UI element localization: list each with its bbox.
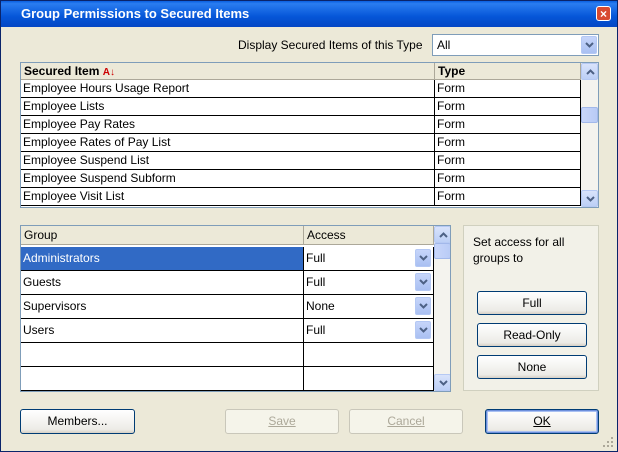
save-button[interactable]: Save (225, 409, 339, 434)
access-level-value: Full (306, 323, 326, 337)
title-bar[interactable]: Group Permissions to Secured Items × (1, 1, 617, 27)
chevron-down-icon (419, 303, 428, 309)
column-header-group[interactable]: Group (21, 226, 304, 245)
access-level-value: Full (306, 251, 326, 265)
column-header-access[interactable]: Access (304, 226, 434, 245)
resize-grip-icon[interactable] (601, 435, 615, 449)
groups-grid: Group Access Administrators Full Guests Ful… (20, 225, 451, 392)
type-filter-value: All (437, 38, 451, 52)
secured-item-type-cell[interactable]: Form (435, 134, 581, 152)
sort-az-icon[interactable]: A↓ (103, 67, 115, 78)
type-filter-dropdown-button[interactable] (581, 36, 597, 54)
set-access-caption: Set access for all groups to (473, 235, 565, 265)
group-name-cell[interactable]: Administrators (21, 247, 304, 271)
column-header-label: Secured Item (24, 64, 100, 78)
empty-access-cell[interactable] (304, 343, 434, 367)
access-dropdown-button[interactable] (415, 321, 431, 339)
members-button[interactable]: Members... (20, 409, 135, 434)
empty-access-cell[interactable] (304, 367, 434, 391)
secured-item-name-cell[interactable]: Employee Rates of Pay List (21, 134, 435, 152)
secured-item-name-cell[interactable]: Employee Pay Rates (21, 116, 435, 134)
secured-item-name-cell[interactable]: Employee Suspend List (21, 152, 435, 170)
close-icon: × (599, 7, 607, 21)
save-label: Save (268, 414, 296, 428)
secured-item-name-cell[interactable]: Employee Visit List (21, 188, 435, 206)
groups-scrollbar[interactable] (434, 226, 450, 391)
scroll-down-button[interactable] (581, 190, 598, 207)
set-all-read-only-button[interactable]: Read-Only (477, 323, 587, 347)
group-name-cell[interactable]: Supervisors (21, 295, 304, 319)
access-level-select[interactable]: Full (304, 247, 434, 271)
secured-item-type-cell[interactable]: Form (435, 116, 581, 134)
access-level-select[interactable]: Full (304, 271, 434, 295)
column-header-type[interactable]: Type (435, 63, 581, 80)
items-scrollbar[interactable] (581, 63, 598, 207)
secured-item-type-cell[interactable]: Form (435, 152, 581, 170)
secured-item-name-cell[interactable]: Employee Hours Usage Report (21, 80, 435, 98)
access-dropdown-button[interactable] (415, 273, 431, 291)
chevron-down-icon (586, 196, 595, 202)
secured-item-type-cell[interactable]: Form (435, 80, 581, 98)
secured-item-name-cell[interactable]: Employee Suspend Subform (21, 170, 435, 188)
scroll-up-button[interactable] (581, 63, 598, 80)
secured-item-type-cell[interactable]: Form (435, 98, 581, 116)
close-button[interactable]: × (596, 6, 611, 21)
group-name-cell[interactable]: Users (21, 319, 304, 343)
access-dropdown-button[interactable] (415, 249, 431, 267)
access-level-select[interactable]: None (304, 295, 434, 319)
secured-items-grid: Secured Item A↓ Type Employee Hours Usag… (20, 62, 599, 208)
cancel-button[interactable]: Cancel (349, 409, 463, 434)
type-filter-label: Display Secured Items of this Type (238, 38, 423, 52)
chevron-up-icon (586, 69, 595, 75)
access-level-value: None (306, 299, 335, 313)
access-level-value: Full (306, 275, 326, 289)
group-name-cell[interactable]: Guests (21, 271, 304, 295)
ok-button[interactable]: OK (485, 409, 599, 434)
chevron-down-icon (439, 380, 448, 386)
scroll-thumb[interactable] (434, 243, 450, 259)
chevron-down-icon (419, 279, 428, 285)
secured-item-name-cell[interactable]: Employee Lists (21, 98, 435, 116)
secured-item-type-cell[interactable]: Form (435, 170, 581, 188)
set-all-none-button[interactable]: None (477, 355, 587, 379)
cancel-label: Cancel (387, 414, 425, 428)
window-title: Group Permissions to Secured Items (21, 6, 250, 21)
access-level-select[interactable]: Full (304, 319, 434, 343)
access-dropdown-button[interactable] (415, 297, 431, 315)
chevron-down-icon (585, 42, 594, 48)
ok-label: OK (533, 414, 551, 428)
set-all-full-button[interactable]: Full (477, 291, 587, 315)
column-header-secured-item[interactable]: Secured Item A↓ (21, 63, 435, 80)
scroll-thumb[interactable] (581, 107, 598, 123)
scroll-up-button[interactable] (434, 226, 450, 243)
empty-group-cell[interactable] (21, 367, 304, 391)
chevron-down-icon (419, 327, 428, 333)
scroll-down-button[interactable] (434, 374, 450, 391)
empty-group-cell[interactable] (21, 343, 304, 367)
chevron-up-icon (439, 232, 448, 238)
secured-item-type-cell[interactable]: Form (435, 188, 581, 206)
dialog-window: Group Permissions to Secured Items × Dis… (0, 0, 618, 452)
chevron-down-icon (419, 255, 428, 261)
set-access-panel: Set access for all groups to Full Read-O… (463, 225, 599, 391)
type-filter-select[interactable]: All (432, 34, 599, 56)
